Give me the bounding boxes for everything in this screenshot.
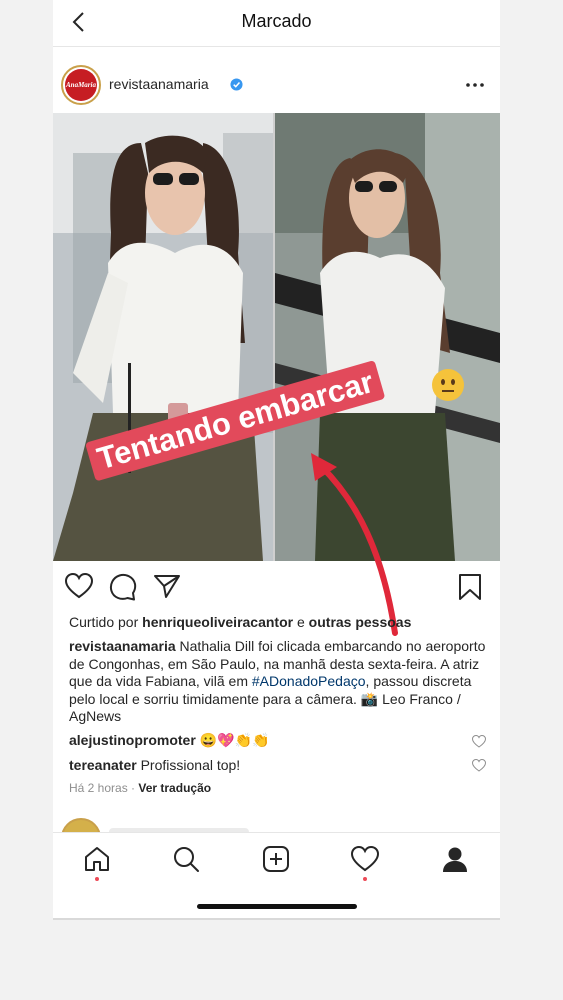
- comment-icon[interactable]: [109, 573, 137, 601]
- more-icon[interactable]: [464, 77, 486, 93]
- liked-by-connector: e: [296, 614, 305, 630]
- photo-right: [275, 113, 500, 561]
- liked-by-prefix: Curtido por: [69, 614, 139, 630]
- device-edge: [53, 918, 500, 920]
- notification-dot: [95, 877, 99, 881]
- comment-username[interactable]: tereanater: [69, 757, 137, 773]
- neutral-face-emoji-icon: [432, 369, 464, 401]
- comment-like-heart-icon[interactable]: [472, 735, 486, 748]
- liked-by-others[interactable]: outras pessoas: [309, 614, 412, 630]
- verified-icon: [230, 78, 243, 91]
- post-header: AnaMaria revistaanamaria: [53, 47, 500, 113]
- home-indicator: [197, 904, 357, 909]
- caption-username[interactable]: revistaanamaria: [69, 638, 176, 654]
- comment-row: tereanater Profissional top!: [69, 757, 489, 773]
- top-bar: Marcado: [53, 0, 500, 47]
- share-icon[interactable]: [153, 573, 181, 599]
- photo-left: [53, 113, 273, 561]
- comment-row: alejustinopromoter 😀💖👏👏: [69, 732, 489, 749]
- comment-text: Profissional top!: [140, 757, 241, 773]
- post-username[interactable]: revistaanamaria: [109, 76, 209, 92]
- phone-screen: Marcado AnaMaria revistaanamaria Tentand…: [53, 0, 500, 918]
- home-icon[interactable]: [83, 845, 111, 873]
- liked-by: Curtido por henriqueoliveiracantor e out…: [69, 614, 411, 630]
- heart-icon[interactable]: [65, 573, 93, 599]
- profile-icon[interactable]: [441, 845, 469, 873]
- liked-by-user[interactable]: henriqueoliveiracantor: [142, 614, 293, 630]
- post-timestamp: Há 2 horas · Ver tradução: [69, 781, 212, 795]
- save-icon[interactable]: [457, 573, 483, 601]
- post-image[interactable]: Tentando embarcar: [53, 113, 500, 561]
- activity-icon[interactable]: [351, 845, 379, 873]
- avatar-logo: AnaMaria: [65, 69, 97, 101]
- translate-link[interactable]: Ver tradução: [138, 781, 211, 795]
- time-ago: Há 2 horas: [69, 781, 128, 795]
- new-post-icon[interactable]: [262, 845, 290, 873]
- notification-dot: [363, 877, 367, 881]
- comment-text: 😀💖👏👏: [199, 732, 270, 748]
- post-caption: revistaanamaria Nathalia Dill foi clicad…: [69, 638, 489, 726]
- comment-username[interactable]: alejustinopromoter: [69, 732, 196, 748]
- post-actions: [53, 561, 500, 611]
- page-title: Marcado: [241, 11, 312, 31]
- comment-like-heart-icon[interactable]: [472, 759, 486, 772]
- avatar[interactable]: AnaMaria: [61, 65, 101, 105]
- caption-hashtag[interactable]: #ADonadoPedaço: [252, 673, 366, 689]
- search-icon[interactable]: [172, 845, 200, 873]
